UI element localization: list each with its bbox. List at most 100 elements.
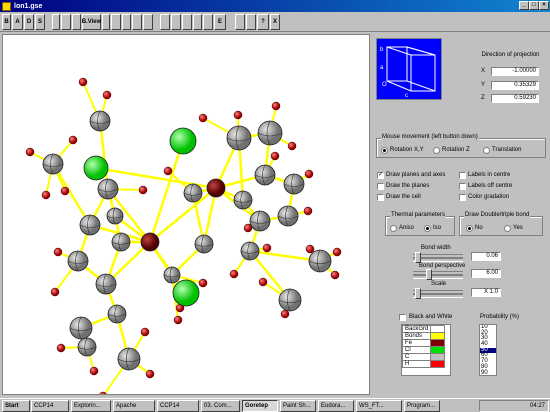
hydrogen-atom bbox=[41, 190, 51, 200]
bond-perspective-thumb[interactable] bbox=[426, 269, 433, 280]
distance-button[interactable]: D bbox=[24, 14, 34, 30]
rotation-xy-radio[interactable] bbox=[381, 147, 388, 154]
zoom-in-button[interactable] bbox=[160, 14, 170, 30]
color-key-label: Cl bbox=[401, 346, 432, 354]
taskbar-item[interactable]: Apache bbox=[113, 400, 155, 412]
maximize-button[interactable]: □ bbox=[529, 1, 539, 10]
aniso-radio[interactable] bbox=[390, 225, 397, 232]
chlorine-atom bbox=[83, 155, 109, 181]
hydrogen-atom bbox=[270, 151, 280, 161]
scale-slider[interactable] bbox=[413, 288, 463, 299]
draw-planes-checkbox[interactable] bbox=[377, 183, 384, 190]
start-label: Start bbox=[5, 403, 19, 409]
labels-off-centre-checkbox[interactable] bbox=[459, 183, 466, 190]
rotation-z-radio[interactable] bbox=[433, 147, 440, 154]
close-window-button[interactable]: × bbox=[539, 1, 549, 10]
cell-button[interactable] bbox=[52, 14, 60, 30]
taskbar-item[interactable]: Paint Sh... bbox=[280, 400, 316, 412]
probability-option[interactable]: 90 bbox=[480, 370, 496, 375]
projection-preview[interactable]: b a O c bbox=[376, 38, 442, 100]
iso-radio[interactable] bbox=[424, 225, 431, 232]
help-button[interactable]: ? bbox=[257, 14, 269, 30]
structure-canvas[interactable] bbox=[2, 34, 370, 401]
taskbar-item[interactable]: Program... bbox=[404, 400, 440, 412]
color-key-row[interactable]: H bbox=[401, 360, 446, 368]
taskbar-item[interactable]: Explorin... bbox=[71, 400, 111, 412]
stop-button[interactable] bbox=[246, 14, 256, 30]
fit-button[interactable] bbox=[182, 14, 192, 30]
chlorine-atom bbox=[169, 127, 197, 155]
taskbar-item[interactable]: 03. Com... bbox=[201, 400, 240, 412]
color-key-row[interactable]: Fe bbox=[401, 339, 446, 347]
view-button[interactable]: B.View bbox=[82, 14, 101, 30]
color-key-row[interactable]: C bbox=[401, 353, 446, 361]
color-key: BackGrd Bonds Fe Cl C H bbox=[401, 324, 451, 376]
close-button[interactable]: X bbox=[270, 14, 280, 30]
color-swatch[interactable] bbox=[430, 346, 446, 354]
rotate-x-button[interactable] bbox=[61, 14, 71, 30]
select-button[interactable] bbox=[132, 14, 142, 30]
color-swatch[interactable] bbox=[430, 353, 446, 361]
hydrogen-atom bbox=[198, 278, 208, 288]
splitter[interactable] bbox=[370, 34, 372, 395]
rotate-y-button[interactable] bbox=[72, 14, 81, 30]
color-key-row[interactable]: Bonds bbox=[401, 332, 446, 340]
color-swatch[interactable] bbox=[430, 360, 446, 368]
color-gradation-checkbox[interactable] bbox=[459, 194, 466, 201]
image-button[interactable] bbox=[193, 14, 202, 30]
color-button[interactable] bbox=[122, 14, 131, 30]
hydrogen-atom bbox=[305, 244, 315, 254]
iso-label: Iso bbox=[433, 225, 442, 231]
thermal-title: Thermal parameters bbox=[390, 212, 447, 218]
bond-button[interactable]: B bbox=[2, 14, 11, 30]
mirror-button[interactable] bbox=[111, 14, 121, 30]
x-value-field[interactable]: -1.00000 bbox=[491, 67, 539, 76]
measure-button[interactable] bbox=[143, 14, 153, 30]
render-button[interactable] bbox=[203, 14, 213, 30]
color-swatch[interactable] bbox=[430, 339, 446, 347]
carbon-atom bbox=[42, 153, 64, 175]
carbon-atom bbox=[69, 316, 93, 340]
bond-width-slider[interactable] bbox=[413, 252, 463, 263]
color-key-row[interactable]: BackGrd bbox=[401, 325, 446, 333]
hydrogen-atom bbox=[102, 90, 112, 100]
export-button[interactable]: E bbox=[214, 14, 226, 30]
double-bond-no-radio[interactable] bbox=[466, 225, 473, 232]
black-white-checkbox[interactable] bbox=[399, 314, 406, 321]
scale-thumb[interactable] bbox=[415, 288, 422, 299]
taskbar-item[interactable]: Goretep bbox=[242, 400, 278, 412]
probability-list[interactable]: 10 20 30 40 50 60 70 80 90 bbox=[479, 324, 497, 376]
control-panel: b a O c Direction of projection X -1.000… bbox=[373, 34, 550, 398]
labels-centre-checkbox[interactable] bbox=[459, 172, 466, 179]
color-swatch[interactable] bbox=[430, 332, 446, 340]
settings-button[interactable] bbox=[235, 14, 245, 30]
draw-planes-label: Draw the planes bbox=[386, 183, 430, 189]
symmetry-button[interactable]: S bbox=[35, 14, 45, 30]
start-button[interactable]: Start bbox=[2, 400, 30, 412]
double-bond-yes-radio[interactable] bbox=[504, 225, 511, 232]
z-value-field[interactable]: 0.59230 bbox=[491, 94, 539, 103]
cell-label-a: a bbox=[380, 65, 384, 71]
color-swatch[interactable] bbox=[430, 325, 446, 333]
hydrogen-atom bbox=[78, 77, 88, 87]
bond-perspective-slider[interactable] bbox=[413, 269, 463, 280]
y-value-field[interactable]: 0.35329 bbox=[491, 81, 539, 90]
draw-planes-axes-checkbox[interactable]: ✓ bbox=[377, 172, 384, 179]
carbon-atom bbox=[233, 190, 253, 210]
projection-title: Direction of projection bbox=[481, 52, 540, 58]
atom-button[interactable]: A bbox=[12, 14, 23, 30]
minimize-button[interactable]: _ bbox=[519, 1, 529, 10]
taskbar-item[interactable]: CCP14 bbox=[157, 400, 199, 412]
export-icon: E bbox=[217, 19, 222, 25]
draw-cell-checkbox[interactable] bbox=[377, 194, 384, 201]
bond-width-thumb[interactable] bbox=[415, 252, 422, 263]
rotation-z-label: Rotation Z bbox=[442, 147, 470, 153]
flip-button[interactable] bbox=[102, 14, 110, 30]
taskbar-item[interactable]: CCP14 bbox=[31, 400, 69, 412]
toolbar: B A D S B.View E? X bbox=[0, 12, 550, 32]
taskbar-item[interactable]: WS_FT... bbox=[356, 400, 402, 412]
taskbar-item[interactable]: Eudora... bbox=[318, 400, 354, 412]
translation-radio[interactable] bbox=[483, 147, 490, 154]
zoom-out-button[interactable] bbox=[171, 14, 181, 30]
color-key-row[interactable]: Cl bbox=[401, 346, 446, 354]
